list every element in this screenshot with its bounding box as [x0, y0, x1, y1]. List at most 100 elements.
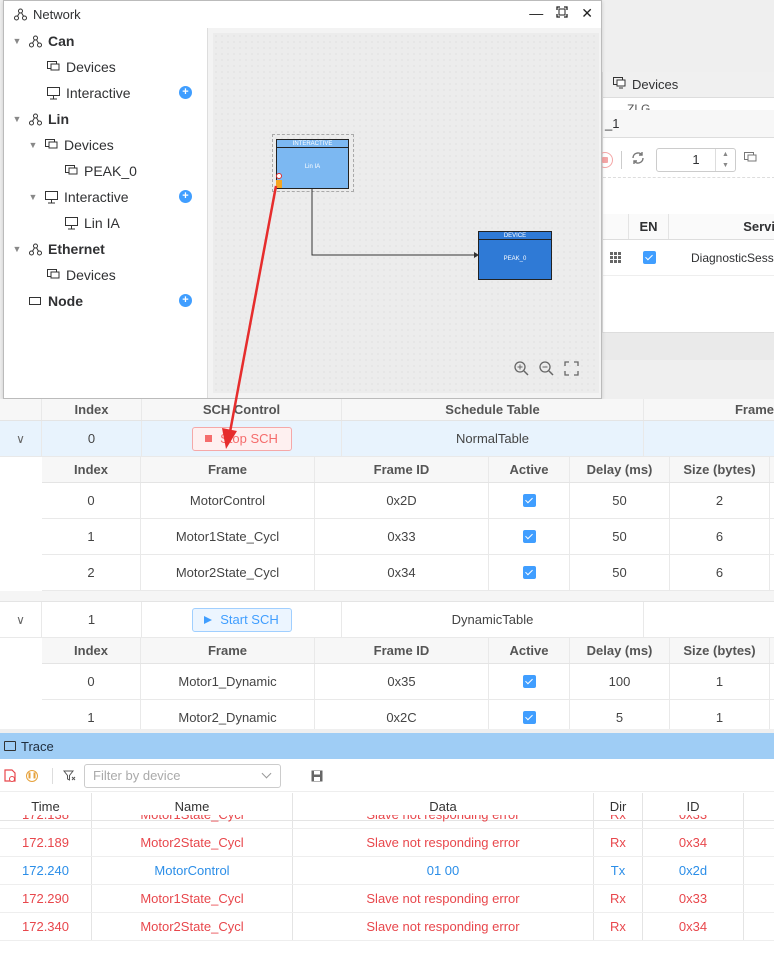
device-filter-select[interactable]: Filter by device — [84, 763, 281, 788]
start-sch-button[interactable]: Start SCH — [191, 607, 292, 632]
clear-icon[interactable] — [4, 769, 16, 782]
devices-subtab[interactable]: _1 — [603, 110, 774, 138]
schedule-row[interactable]: ∨ 1 Start SCH DynamicTable — [0, 602, 774, 638]
tree-label: Devices — [66, 59, 116, 75]
tree-node-ethernet[interactable]: ▼ Ethernet — [12, 238, 105, 260]
trace-extra — [744, 913, 774, 940]
maximize-icon[interactable] — [556, 5, 568, 22]
trace-row[interactable]: 172.340 Motor2State_Cycl Slave not respond… — [0, 913, 774, 941]
expand-caret-icon[interactable]: ▼ — [12, 114, 22, 124]
drag-handle-icon[interactable] — [610, 251, 622, 264]
trace-time: 172.290 — [0, 885, 92, 912]
active-checkbox[interactable] — [522, 675, 536, 688]
trace-row[interactable]: 172.138Motor1State_CyclSlave not respond… — [0, 815, 774, 829]
column-frame: Frame — [734, 402, 774, 417]
start-sch-label: Start SCH — [220, 612, 279, 627]
frame-delay: 5 — [570, 700, 670, 729]
frame-delay: 100 — [570, 664, 670, 699]
expand-caret-icon[interactable]: ▼ — [12, 244, 22, 254]
trace-row[interactable]: 172.189 Motor2State_Cycl Slave not respond… — [0, 829, 774, 857]
devices-table-row[interactable]: DiagnosticSessio — [603, 240, 774, 276]
frame-row[interactable]: 0 MotorControl 0x2D 50 2 — [42, 483, 774, 519]
network-window: Network — ✕ ▼ Can Devices Interactive + … — [3, 0, 602, 399]
trace-extra — [744, 829, 774, 856]
refresh-icon[interactable] — [630, 150, 646, 169]
frame-row[interactable]: 0 Motor1_Dynamic 0x35 100 1 — [42, 664, 774, 700]
sch-control-cell: Start SCH — [142, 602, 342, 637]
expand-caret-icon[interactable]: ▼ — [12, 36, 22, 46]
repeat-count-input[interactable]: 1 ▲ ▼ — [656, 147, 736, 172]
trace-id: 0x34 — [643, 829, 744, 856]
save-icon[interactable] — [311, 770, 323, 782]
stepper-up-icon[interactable]: ▲ — [722, 151, 729, 158]
close-icon[interactable]: ✕ — [581, 5, 593, 22]
schedule-index: 1 — [42, 602, 142, 637]
frame-row[interactable]: 1 Motor2_Dynamic 0x2C 5 1 — [42, 700, 774, 729]
sub-column-active: Active — [489, 638, 570, 663]
frame-cell — [644, 421, 774, 456]
add-interactive-lin-icon[interactable]: + — [179, 190, 192, 203]
network-canvas[interactable]: INTERACTIVE Lin IA DEVICE PEAK_0 — [207, 28, 601, 398]
tree-node-lin[interactable]: ▼ Lin — [12, 108, 69, 130]
trace-time: 172.340 — [0, 913, 92, 940]
active-checkbox[interactable] — [522, 566, 536, 579]
tree-node-ethernet-devices[interactable]: Devices — [46, 264, 116, 286]
schedule-table-name: DynamicTable — [342, 602, 644, 637]
tree-node-can-devices[interactable]: Devices — [46, 56, 116, 78]
schedule-row[interactable]: ∨ 0 Stop SCH NormalTable — [0, 421, 774, 457]
devices-control-bar: 1 ▲ ▼ — [597, 142, 774, 178]
tree-node-node[interactable]: Node — [28, 290, 83, 312]
pause-icon[interactable]: ❚❚ — [26, 769, 38, 782]
trace-id: 0x33 — [643, 815, 744, 828]
add-interactive-can-icon[interactable]: + — [179, 86, 192, 99]
en-checkbox-wrap[interactable] — [629, 251, 669, 264]
tree-node-lin-interactive[interactable]: ▼ Interactive — [28, 186, 129, 208]
frame-index: 2 — [42, 555, 141, 590]
active-checkbox[interactable] — [522, 711, 536, 724]
trace-toolbar: ❚❚ Filter by device — [0, 760, 774, 792]
tree-node-can[interactable]: ▼ Can — [12, 30, 75, 52]
zoom-in-icon[interactable] — [514, 361, 529, 380]
collapse-icon[interactable]: ∨ — [0, 421, 42, 456]
tree-label: Devices — [66, 267, 116, 283]
trace-data: 01 00 — [293, 857, 594, 884]
collapse-icon[interactable]: ∨ — [0, 602, 42, 637]
stepper-down-icon[interactable]: ▼ — [722, 162, 729, 169]
tree-node-lin-devices[interactable]: ▼ Devices — [28, 134, 114, 156]
frame-row[interactable]: 1 Motor1State_Cycl 0x33 50 6 — [42, 519, 774, 555]
stop-sch-button[interactable]: Stop SCH — [191, 426, 292, 451]
column-en: EN — [629, 214, 669, 239]
en-checkbox[interactable] — [642, 251, 656, 264]
schedule-index: 0 — [42, 421, 142, 456]
frame-id: 0x35 — [315, 664, 489, 699]
active-checkbox[interactable] — [522, 530, 536, 543]
stop-sch-label: Stop SCH — [220, 431, 278, 446]
drag-handle-wrap[interactable] — [603, 251, 629, 264]
trace-time: 172.240 — [0, 857, 92, 884]
trace-name: Motor2State_Cycl — [92, 913, 293, 940]
play-icon — [204, 615, 213, 624]
tree-label: Lin IA — [84, 215, 120, 231]
number-stepper[interactable]: ▲ ▼ — [715, 148, 735, 171]
active-checkbox[interactable] — [522, 494, 536, 507]
zoom-out-icon[interactable] — [539, 361, 554, 380]
trace-row[interactable]: 172.290 Motor1State_Cycl Slave not respond… — [0, 885, 774, 913]
devices-subtab-label: _1 — [605, 116, 620, 131]
filter-clear-icon[interactable] — [63, 769, 76, 782]
add-node-icon[interactable]: + — [179, 294, 192, 307]
tree-node-can-interactive[interactable]: Interactive — [46, 82, 131, 104]
minimize-icon[interactable]: — — [529, 5, 543, 22]
schedule-table-name: NormalTable — [342, 421, 644, 456]
tree-node-peak0[interactable]: PEAK_0 — [64, 160, 137, 182]
fullscreen-icon[interactable] — [564, 361, 579, 380]
trace-extra — [744, 857, 774, 884]
devices-panel-title: Devices — [632, 77, 679, 92]
send-icon[interactable] — [744, 152, 757, 167]
expand-caret-icon[interactable]: ▼ — [28, 140, 38, 150]
expand-caret-icon[interactable]: ▼ — [28, 192, 38, 202]
trace-row[interactable]: 172.240 MotorControl 01 00 Tx 0x2d — [0, 857, 774, 885]
frame-row[interactable]: 2 Motor2State_Cycl 0x34 50 6 — [42, 555, 774, 591]
tree-label: Lin — [48, 111, 69, 127]
tree-node-lin-ia[interactable]: Lin IA — [64, 212, 120, 234]
trace-id: 0x2d — [643, 857, 744, 884]
